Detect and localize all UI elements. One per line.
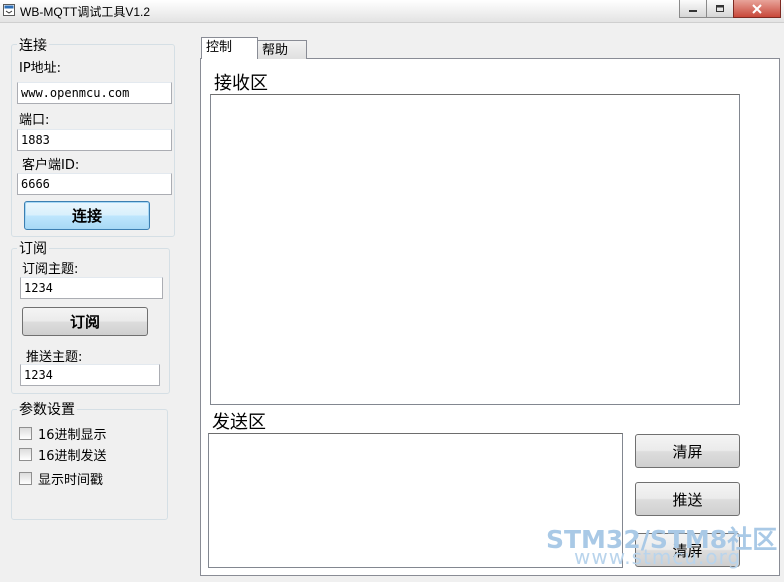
show-timestamp-checkbox[interactable]: 显示时间戳 — [19, 469, 103, 488]
subscribe-topic-label: 订阅主题: — [22, 262, 79, 277]
checkbox-icon — [19, 472, 32, 485]
watermark-url: www.stmcu.org — [574, 545, 742, 569]
publish-topic-field[interactable]: 1234 — [20, 364, 160, 386]
connect-group-title: 连接 — [17, 35, 49, 55]
hex-display-checkbox[interactable]: 16进制显示 — [19, 424, 107, 443]
client-id-label: 客户端ID: — [22, 158, 80, 173]
minimize-button[interactable] — [679, 0, 707, 18]
receive-area-label: 接收区 — [214, 73, 268, 94]
port-field[interactable]: 1883 — [17, 129, 172, 151]
client-id-field[interactable]: 6666 — [17, 173, 172, 195]
show-timestamp-label: 显示时间戳 — [38, 473, 104, 488]
subscribe-group-title: 订阅 — [17, 238, 49, 258]
connect-button[interactable]: 连接 — [24, 201, 150, 230]
title-bar[interactable]: WB-MQTT调试工具V1.2 — [0, 0, 784, 23]
checkbox-icon — [19, 448, 32, 461]
publish-button[interactable]: 推送 — [635, 482, 740, 516]
close-icon — [752, 3, 762, 14]
checkbox-icon — [19, 427, 32, 440]
clear-receive-button[interactable]: 清屏 — [635, 434, 740, 468]
tab-control[interactable]: 控制 — [201, 37, 258, 59]
port-label: 端口: — [19, 113, 50, 128]
publish-topic-label: 推送主题: — [26, 350, 83, 365]
hex-send-checkbox[interactable]: 16进制发送 — [19, 445, 107, 464]
hex-display-label: 16进制显示 — [38, 428, 107, 443]
tab-help[interactable]: 帮助 — [257, 40, 307, 59]
settings-group-title: 参数设置 — [17, 399, 77, 419]
hex-send-label: 16进制发送 — [38, 449, 107, 464]
subscribe-topic-field[interactable]: 1234 — [20, 277, 163, 299]
ip-address-field[interactable]: www.openmcu.com — [17, 82, 172, 104]
ip-label: IP地址: — [19, 61, 62, 76]
receive-textarea[interactable] — [210, 94, 740, 405]
maximize-icon — [716, 5, 724, 12]
maximize-button[interactable] — [706, 0, 734, 18]
app-icon — [3, 4, 15, 16]
window-title: WB-MQTT调试工具V1.2 — [20, 5, 151, 19]
close-button[interactable] — [733, 0, 781, 18]
minimize-icon — [689, 9, 697, 12]
send-area-label: 发送区 — [212, 412, 266, 433]
subscribe-button[interactable]: 订阅 — [22, 307, 148, 336]
